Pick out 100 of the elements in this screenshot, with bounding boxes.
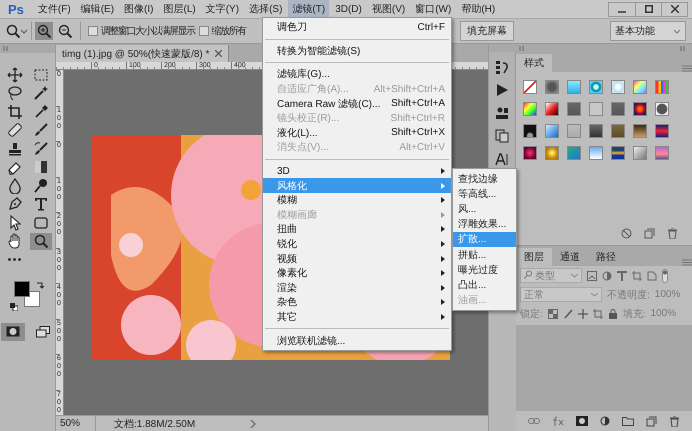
zoom-level[interactable]: 50% bbox=[56, 416, 96, 431]
menu-item[interactable]: 调色刀 Ctrl+F bbox=[263, 20, 451, 35]
caret-icon bbox=[571, 273, 578, 278]
magic-wand-icon bbox=[32, 85, 48, 102]
caret-icon[interactable] bbox=[20, 27, 28, 35]
opacity-label: 不透明度: bbox=[607, 288, 650, 302]
lasso-icon bbox=[6, 85, 22, 102]
default-colors-icon[interactable] bbox=[10, 302, 18, 310]
menu-item[interactable]: 图层(L) bbox=[159, 0, 200, 18]
type-icon[interactable] bbox=[617, 270, 627, 280]
submenu-arrow-icon bbox=[441, 256, 445, 262]
foreground-color-swatch[interactable] bbox=[14, 280, 30, 296]
menu-item[interactable]: 浏览联机滤镜... bbox=[263, 333, 451, 348]
zoom-out-button[interactable] bbox=[56, 22, 74, 40]
tool-button[interactable] bbox=[30, 232, 52, 250]
submenu-arrow-icon bbox=[441, 270, 445, 276]
menu-item[interactable]: 凸出... bbox=[453, 277, 516, 292]
menu-item[interactable]: 浮雕效果... bbox=[453, 216, 516, 232]
menu-item[interactable]: 像素化 bbox=[263, 266, 451, 280]
menu-item[interactable]: 视图(V) bbox=[368, 0, 410, 18]
menu-item[interactable]: 其它 bbox=[263, 310, 451, 324]
menu-item[interactable]: Camera Raw 滤镜(C)... Shift+Ctrl+A bbox=[263, 96, 451, 111]
play-icon[interactable] bbox=[495, 83, 509, 97]
menu-item[interactable]: 3D bbox=[263, 164, 451, 178]
no-style-icon[interactable] bbox=[621, 228, 632, 239]
history-icon[interactable] bbox=[495, 60, 509, 74]
mask-icon[interactable] bbox=[576, 416, 588, 426]
drop-icon bbox=[6, 178, 22, 194]
trash-icon[interactable] bbox=[667, 228, 678, 239]
trash-icon[interactable] bbox=[669, 416, 680, 426]
menu-item[interactable]: 等高线... bbox=[453, 186, 516, 202]
submenu-arrow-icon bbox=[441, 226, 445, 232]
pen-icon bbox=[6, 196, 22, 212]
maximize-icon bbox=[644, 5, 652, 13]
menu-item[interactable]: 查找边缘 bbox=[453, 171, 516, 186]
menu-item[interactable]: 杂色 bbox=[263, 295, 451, 310]
menu-item[interactable]: 编辑(E) bbox=[76, 0, 118, 18]
toggle-icon[interactable] bbox=[662, 268, 668, 282]
lollipop-icon bbox=[32, 178, 48, 194]
brush-icon[interactable] bbox=[562, 308, 573, 318]
panel-tab[interactable]: 样式 bbox=[516, 54, 552, 72]
checkbox[interactable] bbox=[88, 26, 98, 36]
menu-item[interactable]: 拼贴... bbox=[453, 246, 516, 262]
marquee-icon bbox=[32, 66, 48, 83]
character-icon[interactable] bbox=[495, 152, 509, 166]
document-info: 文档:1.88M/2.50M bbox=[114, 418, 196, 430]
menu-item[interactable]: 风... bbox=[453, 201, 516, 217]
move-icon[interactable] bbox=[578, 308, 588, 318]
zoom-in-button[interactable] bbox=[35, 22, 53, 40]
zoom-icon bbox=[32, 233, 48, 250]
menu-item[interactable]: 液化(L)... Shift+Ctrl+X bbox=[263, 126, 451, 140]
stamp-icon bbox=[6, 140, 22, 157]
document-tab[interactable]: timg (1).jpg @ 50%(快速蒙版/8) * bbox=[56, 45, 230, 62]
close-icon[interactable] bbox=[215, 50, 222, 57]
fx-icon[interactable] bbox=[552, 416, 564, 426]
caret-icon bbox=[591, 292, 598, 297]
menu-item[interactable]: 视频 bbox=[263, 251, 451, 266]
menu-item[interactable]: 模糊 bbox=[263, 192, 451, 208]
menu-item[interactable]: 滤镜库(G)... bbox=[263, 67, 451, 82]
image-filter-icon[interactable] bbox=[587, 270, 597, 280]
menu-item[interactable]: 滤镜(T) bbox=[288, 0, 330, 18]
panel-tab[interactable]: 图层 bbox=[516, 248, 552, 266]
menu-item[interactable]: 扭曲 bbox=[263, 222, 451, 237]
crop-icon[interactable] bbox=[592, 308, 603, 318]
brush-icon bbox=[32, 140, 48, 157]
crop-icon[interactable] bbox=[632, 270, 642, 280]
menu-item[interactable]: 3D(D) bbox=[331, 2, 366, 16]
copy-icon[interactable] bbox=[495, 129, 509, 143]
page-icon[interactable] bbox=[647, 270, 657, 280]
new-icon[interactable] bbox=[646, 416, 657, 426]
menu-item[interactable]: 锐化 bbox=[263, 236, 451, 252]
menu-item[interactable]: 图像(I) bbox=[120, 0, 158, 18]
move-icon bbox=[6, 66, 22, 83]
fill-screen-button[interactable]: 填充屏幕 bbox=[460, 21, 514, 41]
workspace-dropdown[interactable]: 基本功能 bbox=[610, 21, 686, 41]
hand-icon bbox=[6, 233, 22, 250]
fill-label: 填充: bbox=[622, 308, 646, 320]
checkbox-label: 缩放所有 bbox=[212, 24, 246, 38]
half-circle-icon[interactable] bbox=[602, 270, 612, 280]
new-icon[interactable] bbox=[644, 228, 655, 239]
menu-item[interactable]: 渲染 bbox=[263, 280, 451, 296]
half-circle-icon[interactable] bbox=[600, 416, 610, 426]
menu-item[interactable]: 窗口(W) bbox=[411, 0, 456, 18]
menu-item[interactable]: 曝光过度 bbox=[453, 262, 516, 278]
zoom-icon bbox=[6, 24, 20, 38]
checkbox[interactable] bbox=[198, 26, 208, 36]
eyedropper-icon bbox=[32, 104, 48, 120]
lock-icon[interactable] bbox=[608, 308, 618, 318]
swap-arrow-icon[interactable] bbox=[36, 280, 44, 288]
menu-item[interactable]: 帮助(H) bbox=[457, 0, 500, 18]
checker-icon[interactable] bbox=[548, 308, 558, 318]
menu-item[interactable]: 文件(F) bbox=[34, 0, 75, 18]
chevron-icon[interactable] bbox=[250, 420, 256, 428]
menu-item[interactable]: 选择(S) bbox=[245, 0, 286, 18]
stack-icon[interactable] bbox=[495, 106, 509, 120]
menu-item[interactable]: 转换为智能滤镜(S) bbox=[263, 44, 451, 58]
gradient-icon bbox=[32, 159, 48, 176]
quick-mask-button[interactable] bbox=[0, 322, 24, 340]
folder-icon[interactable] bbox=[622, 416, 634, 426]
menu-item[interactable]: 文字(Y) bbox=[202, 0, 244, 18]
